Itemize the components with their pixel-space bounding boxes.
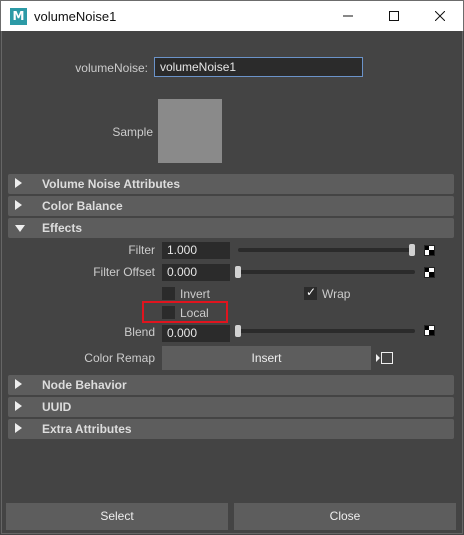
blend-label: Blend xyxy=(124,325,155,339)
section-label: UUID xyxy=(42,400,72,414)
section-label: Color Balance xyxy=(42,199,123,213)
node-name-label: volumeNoise: xyxy=(75,61,148,75)
section-label: Node Behavior xyxy=(42,378,127,392)
minimize-button[interactable] xyxy=(325,1,371,31)
title-bar: M volumeNoise1 xyxy=(0,0,464,31)
section-label: Effects xyxy=(42,221,83,235)
invert-label: Invert xyxy=(180,287,211,301)
sample-label: Sample xyxy=(112,125,153,139)
highlight-box xyxy=(142,301,228,323)
close-window-button[interactable] xyxy=(417,1,463,31)
section-color-balance[interactable]: Color Balance xyxy=(8,196,454,216)
filter-slider-track[interactable] xyxy=(238,248,415,252)
insert-button[interactable]: Insert xyxy=(162,346,371,370)
invert-checkbox[interactable] xyxy=(162,287,175,300)
filter-field[interactable]: 1.000 xyxy=(162,242,230,259)
section-extra-attributes[interactable]: Extra Attributes xyxy=(8,419,454,439)
filter-offset-slider-thumb[interactable] xyxy=(235,266,241,278)
select-button[interactable]: Select xyxy=(6,503,228,530)
maximize-icon xyxy=(389,11,399,21)
expand-arrow-icon xyxy=(15,178,22,188)
section-node-behavior[interactable]: Node Behavior xyxy=(8,375,454,395)
blend-slider-track[interactable] xyxy=(238,329,415,333)
maximize-button[interactable] xyxy=(371,1,417,31)
color-remap-label: Color Remap xyxy=(84,351,155,365)
expand-arrow-icon xyxy=(15,379,22,389)
close-button[interactable]: Close xyxy=(234,503,456,530)
attribute-editor-panel xyxy=(1,31,463,534)
section-effects[interactable]: Effects xyxy=(8,218,454,238)
section-label: Volume Noise Attributes xyxy=(42,177,181,191)
filter-offset-slider-track[interactable] xyxy=(238,270,415,274)
expand-arrow-icon xyxy=(15,200,22,210)
blend-slider-thumb[interactable] xyxy=(235,325,241,337)
sample-swatch[interactable] xyxy=(158,99,222,163)
blend-map-button[interactable] xyxy=(424,325,435,336)
filter-offset-field[interactable]: 0.000 xyxy=(162,264,230,281)
filter-slider-thumb[interactable] xyxy=(409,244,415,256)
node-name-field[interactable]: volumeNoise1 xyxy=(154,57,363,77)
collapse-arrow-icon xyxy=(15,225,25,232)
filter-offset-map-button[interactable] xyxy=(424,267,435,278)
checkmark-icon: ✓ xyxy=(306,285,317,299)
window-title: volumeNoise1 xyxy=(34,9,117,24)
close-icon xyxy=(435,11,445,21)
maya-app-icon: M xyxy=(10,8,27,25)
wrap-checkbox[interactable]: ✓ xyxy=(304,285,317,300)
wrap-label: Wrap xyxy=(322,287,351,301)
expand-arrow-icon xyxy=(15,401,22,411)
filter-map-button[interactable] xyxy=(424,245,435,256)
expand-arrow-icon xyxy=(15,423,22,433)
filter-offset-label: Filter Offset xyxy=(93,265,155,279)
ramp-icon[interactable] xyxy=(376,351,394,365)
filter-label: Filter xyxy=(128,243,155,257)
section-volume-noise-attributes[interactable]: Volume Noise Attributes xyxy=(8,174,454,194)
blend-field[interactable]: 0.000 xyxy=(162,325,230,342)
section-uuid[interactable]: UUID xyxy=(8,397,454,417)
section-label: Extra Attributes xyxy=(42,422,132,436)
minimize-icon xyxy=(343,15,353,17)
